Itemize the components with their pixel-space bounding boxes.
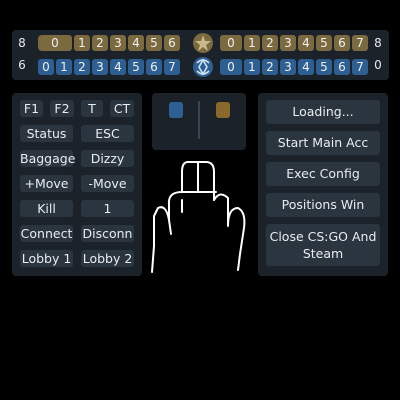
action-panel: Loading... Start Main Acc Exec Config Po… — [258, 93, 388, 276]
left-t-round-row: 0 1 2 3 4 5 6 — [38, 35, 182, 51]
loading-button[interactable]: Loading... — [266, 100, 380, 124]
round-chip[interactable]: 1 — [56, 59, 72, 75]
round-chip[interactable]: 6 — [334, 59, 350, 75]
round-chip[interactable]: 7 — [164, 59, 180, 75]
round-chip[interactable]: 4 — [298, 35, 314, 51]
round-chip[interactable]: 7 — [352, 35, 368, 51]
round-chip[interactable]: 3 — [280, 35, 296, 51]
f1-button[interactable]: F1 — [20, 100, 43, 117]
round-chip[interactable]: 0 — [38, 59, 54, 75]
start-main-acc-button[interactable]: Start Main Acc — [266, 131, 380, 155]
baggage-button[interactable]: Baggage — [20, 150, 75, 167]
ct-slot-indicator[interactable] — [169, 102, 183, 118]
round-chip[interactable]: 5 — [146, 35, 162, 51]
esc-button[interactable]: ESC — [81, 125, 134, 142]
round-chip[interactable]: 2 — [262, 35, 278, 51]
positions-win-button[interactable]: Positions Win — [266, 193, 380, 217]
t-button[interactable]: T — [81, 100, 103, 117]
t-slot-indicator[interactable] — [216, 102, 230, 118]
dizzy-button[interactable]: Dizzy — [81, 150, 134, 167]
exec-config-button[interactable]: Exec Config — [266, 162, 380, 186]
round-chip[interactable]: 1 — [74, 35, 90, 51]
minus-move-button[interactable]: -Move — [81, 175, 134, 192]
round-chip[interactable]: 2 — [74, 59, 90, 75]
round-chip[interactable]: 3 — [280, 59, 296, 75]
left-t-score: 8 — [18, 36, 26, 50]
slot-panel — [152, 93, 246, 150]
round-chip[interactable]: 6 — [164, 35, 180, 51]
round-chip[interactable]: 2 — [262, 59, 278, 75]
round-chip[interactable]: 6 — [334, 35, 350, 51]
round-chip[interactable]: 4 — [110, 59, 126, 75]
kill-button[interactable]: Kill — [20, 200, 73, 217]
counter-terrorist-emblem-icon — [193, 57, 213, 77]
round-chip[interactable]: 6 — [146, 59, 162, 75]
connect-button[interactable]: Connect — [20, 225, 73, 242]
round-chip[interactable]: 5 — [316, 59, 332, 75]
round-chip[interactable]: 4 — [128, 35, 144, 51]
right-t-round-row: 0 1 2 3 4 5 6 7 — [220, 35, 370, 51]
left-ct-round-row: 0 1 2 3 4 5 6 7 — [38, 59, 182, 75]
terrorist-emblem-icon — [193, 33, 213, 53]
round-chip[interactable]: 0 — [220, 35, 242, 51]
disconnect-button[interactable]: Disconn — [81, 225, 134, 242]
round-chip[interactable]: 4 — [298, 59, 314, 75]
status-button[interactable]: Status — [20, 125, 73, 142]
round-chip[interactable]: 3 — [92, 59, 108, 75]
one-button[interactable]: 1 — [81, 200, 134, 217]
right-t-score: 8 — [374, 36, 382, 50]
right-ct-score: 0 — [374, 58, 382, 72]
round-chip[interactable]: 7 — [352, 59, 368, 75]
right-ct-round-row: 0 1 2 3 4 5 6 7 — [220, 59, 370, 75]
middle-finger-drawing — [151, 161, 246, 273]
close-csgo-steam-button[interactable]: Close CS:GO And Steam — [266, 224, 380, 266]
round-chip[interactable]: 0 — [220, 59, 242, 75]
ct-button[interactable]: CT — [110, 100, 134, 117]
round-chip[interactable]: 3 — [110, 35, 126, 51]
round-chip[interactable]: 5 — [316, 35, 332, 51]
command-panel: F1 F2 T CT Status ESC Baggage Dizzy +Mov… — [12, 93, 142, 276]
round-chip[interactable]: 1 — [244, 59, 260, 75]
round-chip[interactable]: 5 — [128, 59, 144, 75]
round-chip[interactable]: 1 — [244, 35, 260, 51]
lobby-2-button[interactable]: Lobby 2 — [81, 250, 134, 267]
round-chip[interactable]: 0 — [38, 35, 72, 51]
left-ct-score: 6 — [18, 58, 26, 72]
plus-move-button[interactable]: +Move — [20, 175, 73, 192]
lobby-1-button[interactable]: Lobby 1 — [20, 250, 73, 267]
round-chip[interactable]: 2 — [92, 35, 108, 51]
slot-divider — [198, 101, 200, 139]
f2-button[interactable]: F2 — [50, 100, 74, 117]
score-bar: 8 6 0 1 2 3 4 5 6 0 1 2 3 4 5 6 7 0 1 2 … — [12, 30, 389, 80]
